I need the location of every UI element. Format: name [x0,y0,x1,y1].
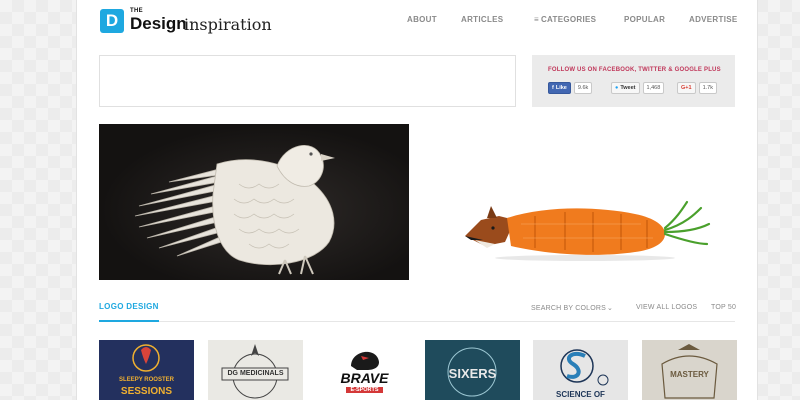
site-logo[interactable]: D THE Design inspiration [100,7,272,35]
twitter-count: 1,468 [642,82,665,94]
logo-thumb-sixers[interactable]: SIXERS [425,340,520,400]
nav-articles[interactable]: ARTICLES [461,15,503,24]
logo-thumb-brave-esports[interactable]: BRAVE E-SPORTS [317,340,412,400]
logo-thumb-science-s[interactable]: SCIENCE OF [533,340,628,400]
thumb-line1: SIXERS [448,366,497,381]
tweet-button[interactable]: ● Tweet [611,82,640,94]
search-by-colors-dropdown[interactable]: SEARCH BY COLORS⌄ [531,304,613,312]
social-follow-box: FOLLOW US ON FACEBOOK, TWITTER & GOOGLE … [532,55,735,107]
section-title-logo-design: LOGO DESIGN [99,302,159,311]
page-container: D THE Design inspiration ABOUT ARTICLES … [76,0,758,400]
logo-inspiration: inspiration [184,15,272,34]
google-plus-count: 1.7k [698,82,717,94]
nav-categories[interactable]: ≡ CATEGORIES [534,15,596,24]
logo-thumb-dg-medicinals[interactable]: DG MEDICINALS [208,340,303,400]
thumb-line2: SESSIONS [120,386,173,397]
nav-about[interactable]: ABOUT [407,15,437,24]
featured-image-paper-dove[interactable] [99,124,409,280]
nav-advertise[interactable]: ADVERTISE [689,15,738,24]
thumb-line1: BRAVE [340,370,389,386]
thumb-line1: DG MEDICINALS [227,370,284,377]
facebook-share: f Like 9.6k [548,82,593,94]
chevron-down-icon: ⌄ [607,305,614,312]
paper-dove-illustration [134,145,335,275]
logo-thumb-mastery[interactable]: MASTERY [642,340,737,400]
ad-banner[interactable] [99,55,516,107]
section-divider [99,321,735,322]
google-plus-button[interactable]: G+1 [677,82,696,94]
facebook-icon: f [552,85,554,91]
facebook-count: 9.6k [573,82,593,94]
featured-image-fox-carrot[interactable] [425,124,735,280]
twitter-share: ● Tweet 1,468 [611,82,665,94]
menu-icon: ≡ [534,15,539,24]
follow-title: FOLLOW US ON FACEBOOK, TWITTER & GOOGLE … [548,67,721,73]
google-share: G+1 1.7k [677,82,717,94]
nav-popular[interactable]: POPULAR [624,15,665,24]
thumb-line1: MASTERY [670,370,709,379]
thumb-line2: E-SPORTS [317,387,412,393]
top-50-link[interactable]: TOP 50 [711,304,736,311]
twitter-icon: ● [615,85,619,91]
logo-thumb-sleepy-rooster[interactable]: SLEEPY ROOSTER SESSIONS [99,340,194,400]
facebook-like-button[interactable]: f Like [548,82,571,94]
fox-carrot-illustration [465,200,711,261]
view-all-logos-link[interactable]: VIEW ALL LOGOS [636,304,697,311]
thumb-line1: SCIENCE OF [556,390,605,399]
section-divider-accent [99,320,159,322]
thumb-line1: SLEEPY ROOSTER [119,377,174,383]
logo-design: Design [130,14,187,33]
logo-mark-icon: D [100,9,124,33]
